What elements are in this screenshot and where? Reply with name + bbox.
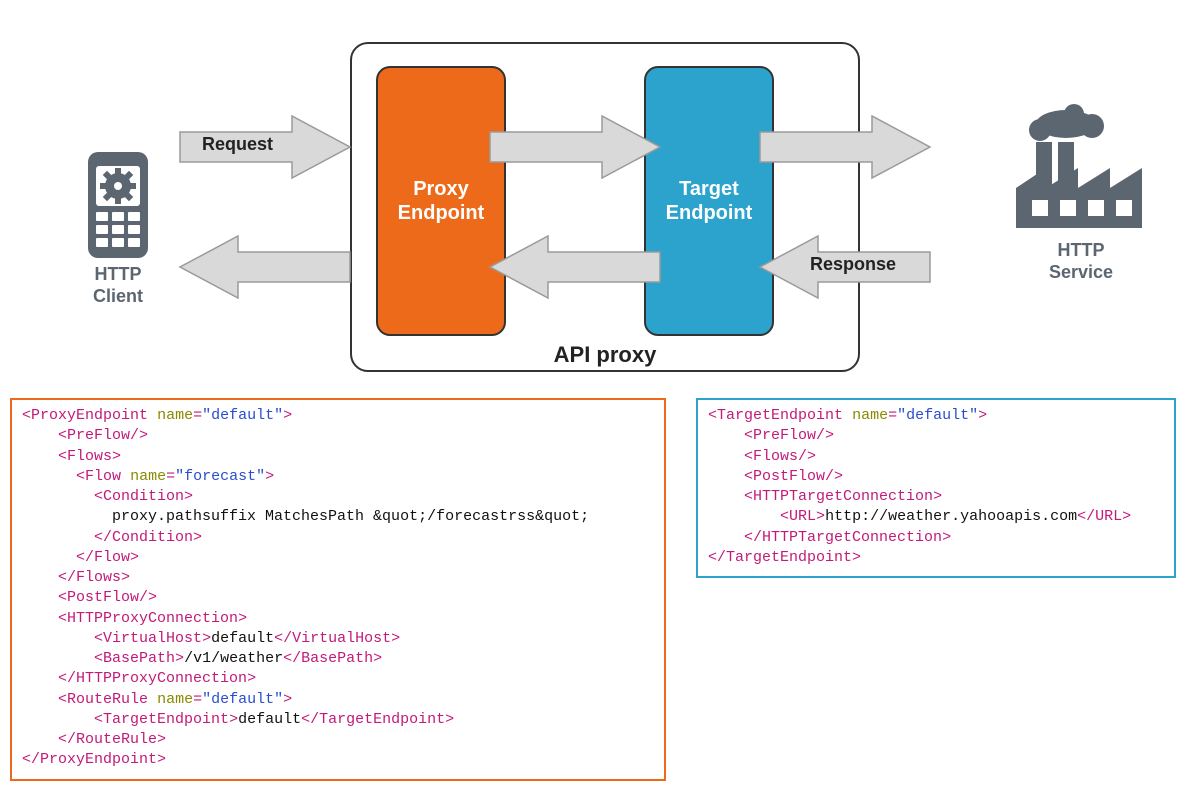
proxy-endpoint-xml: <ProxyEndpoint name="default"> <PreFlow/…	[10, 398, 666, 781]
code-row: <ProxyEndpoint name="default"> <PreFlow/…	[10, 398, 1176, 781]
response-label: Response	[810, 254, 896, 275]
arrows-layer	[10, 10, 1176, 390]
api-proxy-diagram: HTTPClient	[10, 10, 1176, 390]
request-label: Request	[202, 134, 273, 155]
target-endpoint-xml: <TargetEndpoint name="default"> <PreFlow…	[696, 398, 1176, 578]
